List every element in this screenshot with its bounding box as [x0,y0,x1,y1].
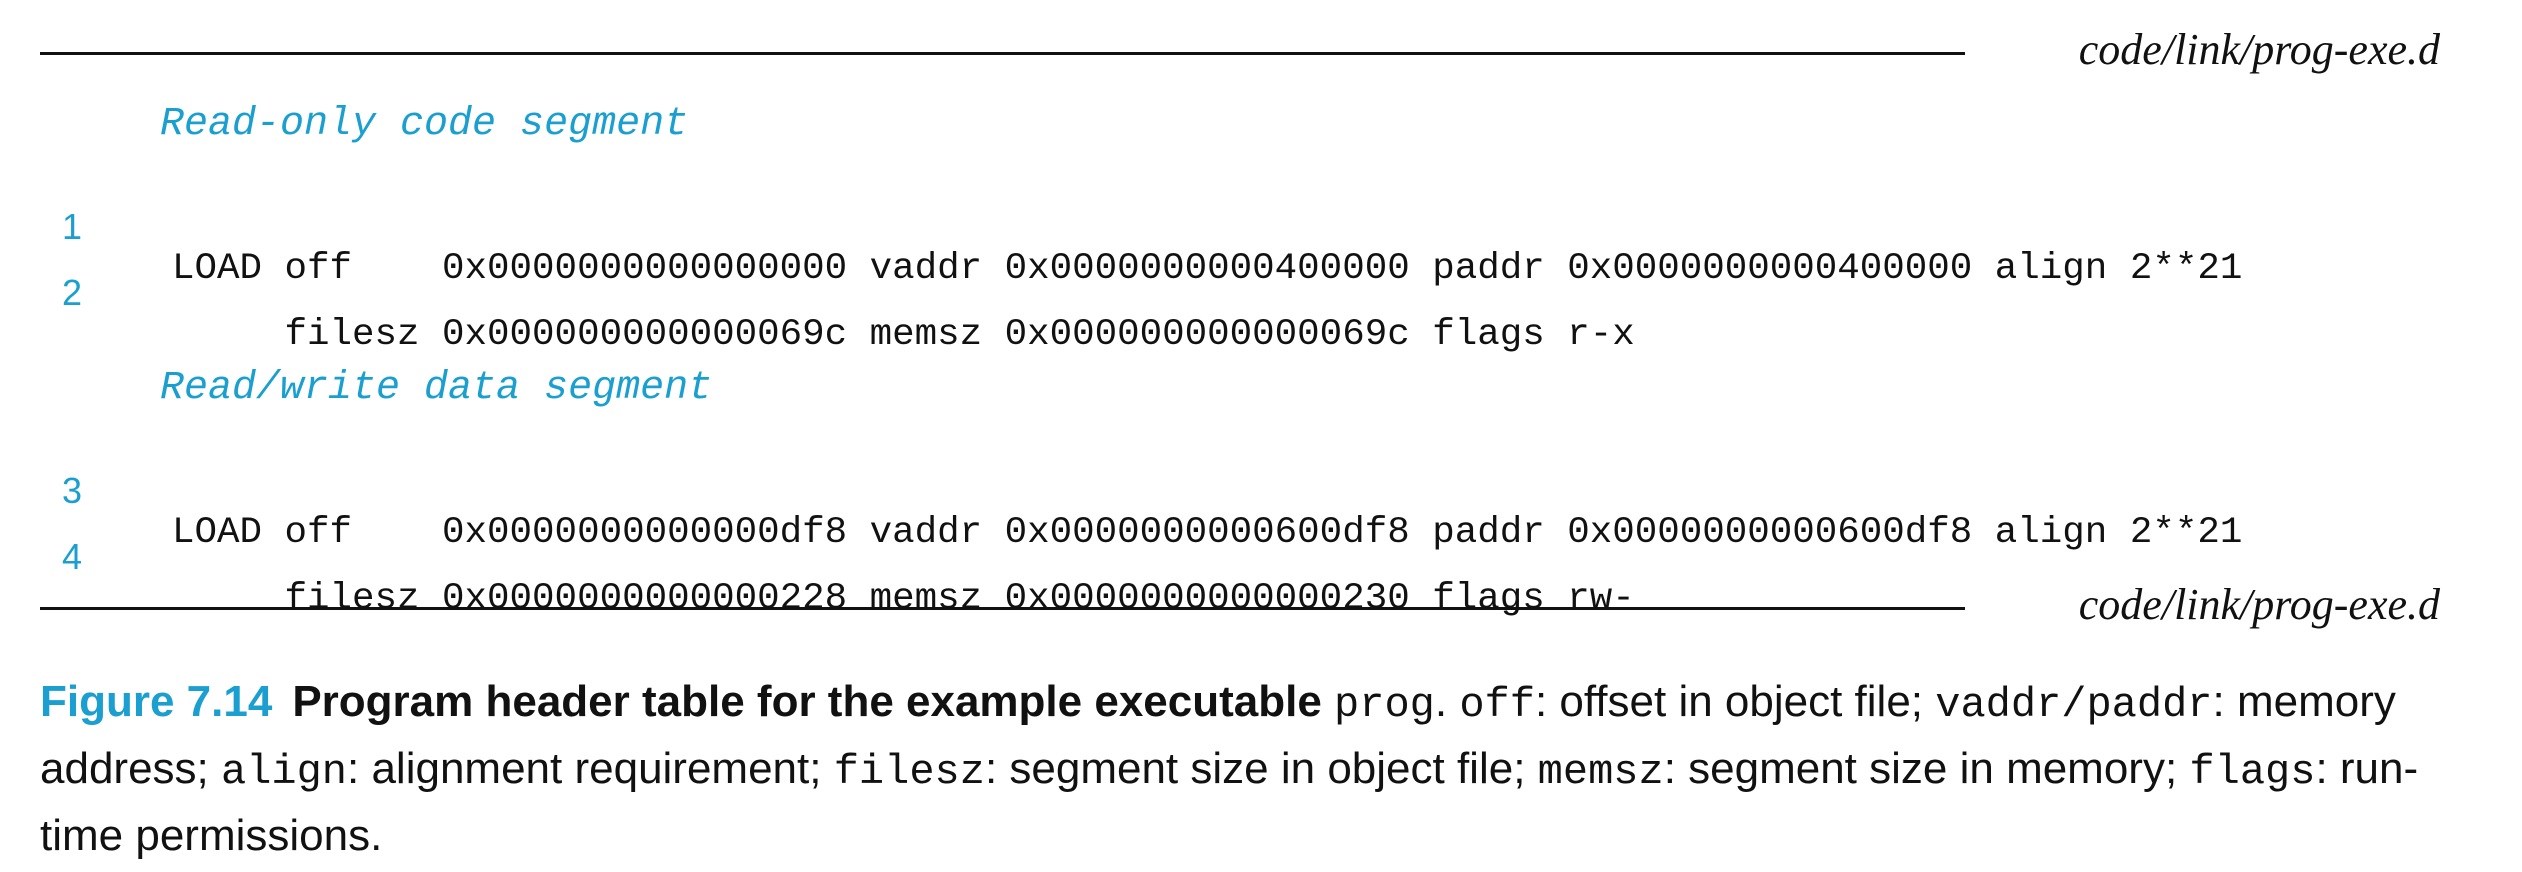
top-rule: code/link/prog-exe.d [40,22,2440,82]
code-line: 4 filesz 0x0000000000000228 memsz 0x0000… [0,494,1635,620]
code-line: 2 filesz 0x000000000000069c memsz 0x0000… [0,230,1635,356]
caption-text: : alignment requirement; [347,744,834,793]
file-label: code/link/prog-exe.d [2078,25,2440,74]
caption-code-term: off [1459,681,1535,729]
caption-code-term: flags [2189,748,2316,796]
caption-code-term: vaddr/paddr [1935,681,2213,729]
line-number: 4 [62,536,83,577]
code-text: filesz 0x000000000000069c memsz 0x000000… [172,314,1635,356]
rule-line [40,52,1965,55]
section-heading: Read/write data segment [160,366,713,411]
code-line: 1 LOAD off 0x0000000000000000 vaddr 0x00… [0,164,2242,290]
caption-text: : offset in object file; [1534,677,1936,726]
code-text: LOAD off 0x0000000000000000 vaddr 0x0000… [172,248,2243,290]
caption-code-term: filesz [833,748,985,796]
line-number: 1 [62,206,83,247]
caption-code-term: memsz [1537,748,1664,796]
line-number: 3 [62,470,83,511]
caption-text: : segment size in memory; [1663,744,2190,793]
figure-title: Program header table for the example exe… [292,677,1322,726]
code-text: LOAD off 0x0000000000000df8 vaddr 0x0000… [172,512,2243,554]
caption-text: : segment size in object file; [984,744,1538,793]
section-heading: Read-only code segment [160,102,689,147]
caption-code-term: prog [1334,681,1435,729]
figure-caption: Figure 7.14 Program header table for the … [40,670,2480,868]
bottom-rule: code/link/prog-exe.d [40,577,2440,637]
line-number: 2 [62,272,83,313]
rule-line [40,607,1965,610]
caption-text [1322,677,1334,726]
figure-label: Figure 7.14 [40,677,273,726]
code-line: 3 LOAD off 0x0000000000000df8 vaddr 0x00… [0,428,2242,554]
file-label: code/link/prog-exe.d [2078,580,2440,629]
caption-code-term: align [220,748,348,796]
caption-text: . [1434,677,1460,726]
